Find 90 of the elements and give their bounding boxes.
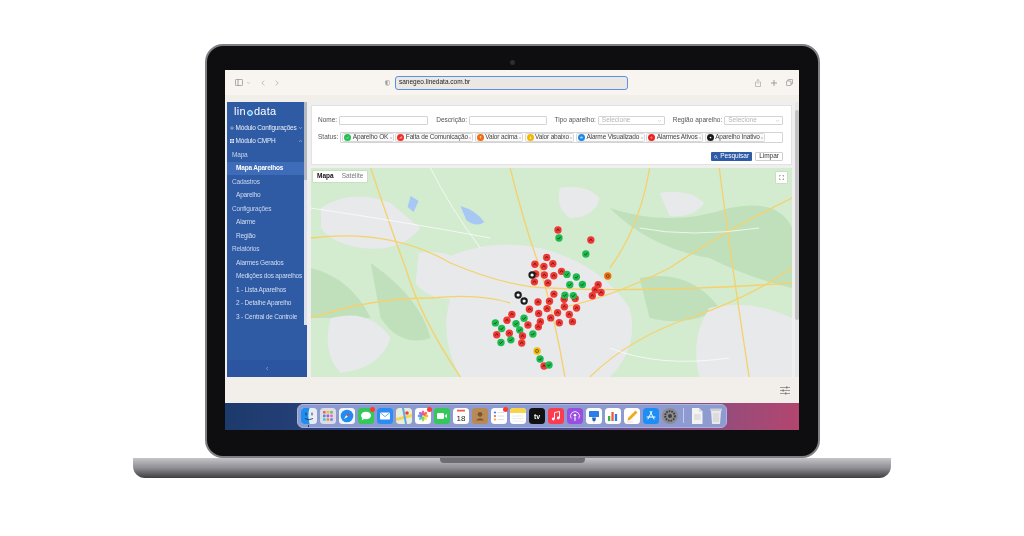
map-marker-icon[interactable] — [505, 329, 513, 337]
map-marker-icon[interactable] — [555, 319, 563, 327]
input-field[interactable] — [468, 116, 547, 125]
map-marker-icon[interactable] — [545, 361, 553, 369]
pen-app-icon[interactable] — [623, 408, 640, 424]
podcast-icon[interactable] — [566, 408, 583, 424]
gear-app-icon[interactable] — [661, 408, 678, 424]
map-marker-icon[interactable] — [497, 324, 506, 333]
search-icon — [714, 154, 719, 159]
logo-dot-icon — [246, 109, 253, 116]
map-marker-icon[interactable] — [572, 304, 581, 312]
map-marker-icon[interactable] — [491, 319, 500, 327]
map-marker-icon[interactable] — [597, 288, 605, 297]
map-marker-icon[interactable] — [594, 280, 602, 289]
chevron-down-icon — [299, 126, 302, 129]
map-marker-icon[interactable] — [543, 304, 551, 313]
map-marker-icon[interactable] — [578, 280, 587, 289]
map-marker-icon[interactable] — [550, 272, 558, 280]
lake-drawing — [407, 196, 419, 212]
map-marker-icon[interactable] — [547, 314, 555, 322]
fullscreen-icon — [779, 175, 784, 180]
map-marker-icon[interactable] — [553, 309, 562, 317]
map-marker-icon[interactable] — [518, 332, 527, 340]
map-marker-icon[interactable] — [568, 317, 577, 326]
map-marker-icon[interactable] — [540, 262, 548, 271]
compass-icon[interactable] — [338, 408, 355, 424]
map-marker-icon[interactable] — [520, 297, 528, 305]
map-marker-icon[interactable] — [534, 298, 542, 306]
app-store-icon[interactable] — [642, 408, 659, 424]
map-marker-icon[interactable] — [550, 290, 558, 298]
sliders-icon[interactable] — [780, 385, 790, 395]
map-marker-icon[interactable] — [569, 291, 577, 300]
map-marker-icon[interactable] — [503, 316, 511, 324]
map-marker-icon[interactable] — [514, 291, 522, 299]
map-marker-icon[interactable] — [497, 338, 505, 347]
map-marker-icon[interactable] — [572, 273, 581, 281]
map-marker-icon[interactable] — [566, 281, 574, 289]
map-marker-icon[interactable] — [512, 320, 520, 328]
chevron-up-icon — [299, 140, 302, 143]
map-marker-icon[interactable] — [560, 303, 569, 311]
map-marker-icon[interactable] — [561, 291, 569, 299]
input-field[interactable] — [339, 116, 429, 125]
map-marker-icon[interactable] — [525, 305, 534, 313]
sidebar-toggle-icon[interactable] — [235, 79, 243, 86]
speech-bubble-icon[interactable] — [357, 408, 374, 424]
map-marker-icon[interactable] — [587, 236, 595, 244]
map-marker-icon[interactable] — [540, 271, 549, 279]
map-marker-icon[interactable] — [534, 309, 543, 318]
map-marker-icon[interactable] — [508, 310, 516, 319]
map-marker-icon[interactable] — [520, 314, 528, 322]
map-marker-icon[interactable] — [531, 260, 539, 268]
notepad-icon[interactable] — [509, 408, 526, 424]
map-marker-icon[interactable] — [543, 253, 551, 262]
envelope-icon[interactable] — [376, 408, 393, 424]
caret-icon — [247, 81, 250, 84]
map-marker-icon[interactable] — [536, 355, 544, 363]
map-marker-icon[interactable] — [536, 318, 545, 326]
map-marker-icon[interactable] — [533, 347, 541, 355]
map-marker-icon[interactable] — [544, 279, 552, 287]
logo-text: data — [253, 106, 277, 117]
map-marker-icon[interactable] — [563, 270, 571, 279]
map-marker-icon[interactable] — [545, 297, 554, 305]
smiling-face-app-icon[interactable] — [300, 408, 317, 424]
flower-icon[interactable] — [414, 408, 431, 424]
music-note-icon[interactable] — [547, 408, 564, 424]
video-camera-icon[interactable] — [433, 408, 450, 424]
map-marker-icon[interactable] — [528, 271, 536, 279]
map-marker-icon[interactable] — [507, 336, 515, 344]
grid-icon — [230, 139, 234, 144]
map-marker-icon[interactable] — [529, 330, 537, 338]
map-marker-icon[interactable] — [555, 234, 563, 242]
map-marker-icon[interactable] — [588, 292, 597, 300]
map-marker-icon[interactable] — [604, 272, 612, 280]
bar-chart-app-icon[interactable] — [604, 408, 621, 424]
calendar-icon[interactable]: 18 — [452, 408, 469, 424]
map-marker-icon[interactable] — [554, 226, 562, 234]
lake-drawing — [460, 206, 485, 225]
checklist-icon[interactable] — [490, 408, 507, 424]
logo-text: lin — [234, 106, 246, 117]
map-marker-icon[interactable] — [549, 260, 557, 268]
camera-icon — [509, 60, 515, 65]
map-marker-icon[interactable] — [518, 339, 526, 347]
map-marker-icon[interactable] — [524, 321, 532, 329]
map-marker-icon[interactable] — [530, 278, 539, 286]
shield-icon[interactable] — [385, 79, 390, 86]
map-marker-icon[interactable] — [565, 310, 573, 319]
map-marker-icon[interactable] — [493, 331, 501, 339]
gear-icon — [230, 125, 234, 130]
podium-icon[interactable] — [585, 408, 602, 424]
map-marker-icon[interactable] — [582, 250, 590, 258]
